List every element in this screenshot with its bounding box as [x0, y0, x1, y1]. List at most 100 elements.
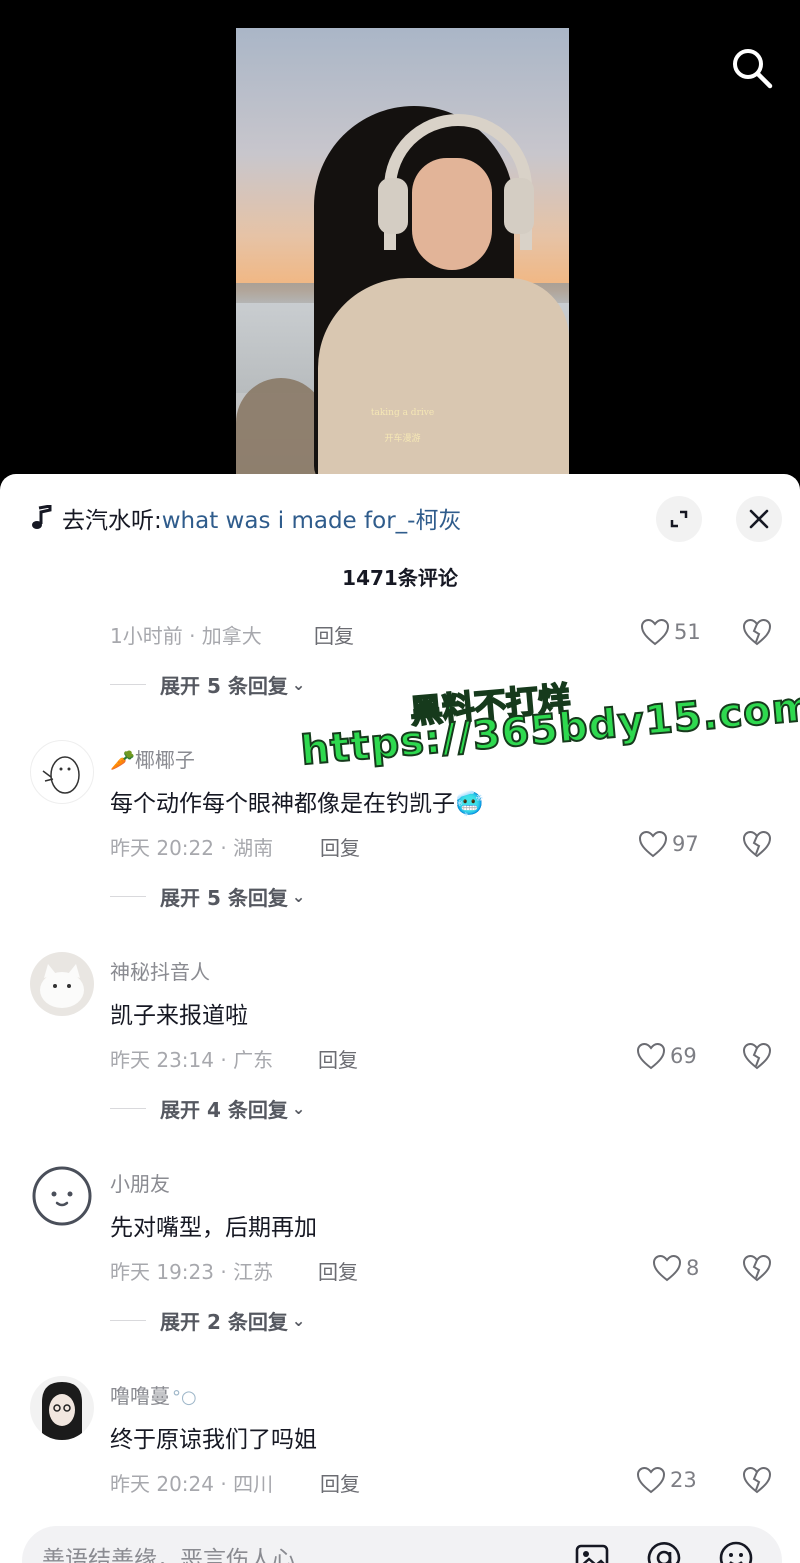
comment-username[interactable]: 🥕椰椰子 — [110, 744, 195, 773]
like-button[interactable]: 8 — [652, 1254, 699, 1282]
chevron-down-icon: ⌄ — [291, 1099, 306, 1118]
music-link[interactable]: 去汽水听: what was i made for_-柯灰 — [30, 502, 461, 534]
comment-username[interactable]: 小朋友 — [110, 1168, 170, 1197]
video-subtitle-english: taking a drive — [370, 408, 435, 418]
video-player[interactable]: taking a drive 开车漫游 — [236, 28, 569, 480]
like-button[interactable]: 69 — [636, 1042, 697, 1070]
cold-face-emoji: 🥶 — [455, 791, 484, 817]
reply-button[interactable]: 回复 — [318, 1044, 358, 1073]
expand-replies-label: 展开 2 条回复 — [160, 1310, 288, 1334]
broken-heart-icon — [742, 830, 772, 858]
like-count: 8 — [686, 1256, 700, 1280]
search-icon — [733, 49, 773, 89]
video-teddy-bear — [236, 378, 326, 480]
avatar[interactable] — [30, 1164, 94, 1228]
broken-heart-icon — [742, 1254, 772, 1282]
reply-button[interactable]: 回复 — [320, 1468, 360, 1497]
comment-meta: 昨天 19:23 · 江苏 — [110, 1260, 274, 1284]
smiley-avatar-icon — [32, 1166, 92, 1226]
expand-replies-label: 展开 5 条回复 — [160, 886, 288, 910]
divider-line — [110, 1320, 146, 1321]
chevron-down-icon: ⌄ — [291, 1311, 306, 1330]
comment-item: 小朋友 先对嘴型，后期再加 昨天 19:23 · 江苏 回复 8 展开 2 条回… — [0, 1164, 800, 1344]
heart-icon — [652, 1254, 682, 1282]
search-button[interactable] — [728, 44, 776, 92]
comment-item: 1小时前 · 加拿大 回复 51 展开 5 条回复 ⌄ — [0, 614, 800, 704]
music-title[interactable]: what was i made for_-柯灰 — [162, 501, 462, 535]
close-button[interactable] — [736, 496, 782, 542]
reply-button[interactable]: 回复 — [320, 832, 360, 861]
comment-text: 凯子来报道啦 — [110, 1003, 248, 1029]
chevron-down-icon: ⌄ — [291, 887, 306, 906]
comments-sheet: 去汽水听: what was i made for_-柯灰 1471条评论 1小… — [0, 474, 800, 1563]
comment-meta: 昨天 23:14 · 广东 — [110, 1048, 274, 1072]
heart-icon — [638, 830, 668, 858]
divider-line — [110, 684, 146, 685]
expand-replies-button[interactable]: 展开 5 条回复 ⌄ — [110, 670, 305, 699]
like-button[interactable]: 97 — [638, 830, 699, 858]
comment-username[interactable]: 噜噜蔓 °○ — [110, 1380, 197, 1409]
expand-button[interactable] — [656, 496, 702, 542]
dislike-button[interactable] — [742, 1466, 772, 1498]
mention-button[interactable] — [644, 1538, 684, 1563]
comment-text: 终于原谅我们了吗姐 — [110, 1427, 317, 1453]
like-count: 23 — [670, 1468, 697, 1492]
expand-replies-label: 展开 4 条回复 — [160, 1098, 288, 1122]
heart-icon — [636, 1042, 666, 1070]
heart-icon — [636, 1466, 666, 1494]
dislike-button[interactable] — [742, 1254, 772, 1286]
carrot-emoji: 🥕 — [110, 748, 135, 772]
comment-input[interactable] — [42, 1540, 522, 1563]
like-button[interactable]: 51 — [640, 618, 701, 646]
avatar[interactable] — [30, 740, 94, 804]
image-icon — [575, 1544, 609, 1563]
comment-count: 1471条评论 — [342, 566, 458, 590]
cat-avatar-icon — [40, 964, 84, 1008]
comment-text: 每个动作每个眼神都像是在钓凯子🥶 — [110, 791, 484, 817]
broken-heart-icon — [742, 618, 772, 646]
comment-input-bar — [22, 1526, 782, 1563]
music-prefix: 去汽水听: — [62, 508, 162, 534]
dislike-button[interactable] — [742, 618, 772, 650]
dislike-button[interactable] — [742, 830, 772, 862]
like-button[interactable]: 23 — [636, 1466, 697, 1494]
divider-line — [110, 1108, 146, 1109]
comment-item: 🥕椰椰子 每个动作每个眼神都像是在钓凯子🥶 昨天 20:22 · 湖南 回复 9… — [0, 740, 800, 920]
divider-line — [110, 896, 146, 897]
comment-item: 噜噜蔓 °○ 终于原谅我们了吗姐 昨天 20:24 · 四川 回复 23 — [0, 1376, 800, 1506]
like-count: 51 — [674, 620, 701, 644]
comment-meta: 昨天 20:24 · 四川 — [110, 1472, 274, 1496]
broken-heart-icon — [742, 1042, 772, 1070]
expand-replies-button[interactable]: 展开 4 条回复 ⌄ — [110, 1094, 305, 1123]
comment-item: 神秘抖音人 凯子来报道啦 昨天 23:14 · 广东 回复 69 展开 4 条回… — [0, 952, 800, 1132]
video-person-sweater — [318, 278, 569, 480]
avatar[interactable] — [30, 952, 94, 1016]
dislike-button[interactable] — [742, 1042, 772, 1074]
video-subtitle-chinese: 开车漫游 — [384, 434, 421, 444]
comment-meta: 1小时前 · 加拿大 — [110, 624, 262, 648]
avatar-doodle-icon — [42, 756, 80, 794]
image-button[interactable] — [572, 1538, 612, 1563]
expand-replies-button[interactable]: 展开 5 条回复 ⌄ — [110, 882, 305, 911]
video-headphone-cup — [378, 178, 408, 234]
comment-text: 先对嘴型，后期再加 — [110, 1215, 317, 1241]
girl-avatar-icon — [42, 1382, 82, 1440]
avatar[interactable] — [30, 1376, 94, 1440]
chevron-down-icon: ⌄ — [291, 675, 306, 694]
like-count: 69 — [670, 1044, 697, 1068]
heart-icon — [640, 618, 670, 646]
expand-icon — [670, 510, 688, 528]
like-count: 97 — [672, 832, 699, 856]
broken-heart-icon — [742, 1466, 772, 1494]
expand-replies-label: 展开 5 条回复 — [160, 674, 288, 698]
expand-replies-button[interactable]: 展开 2 条回复 ⌄ — [110, 1306, 305, 1335]
emoji-button[interactable] — [716, 1538, 756, 1563]
comment-meta: 昨天 20:22 · 湖南 — [110, 836, 274, 860]
at-icon — [647, 1542, 681, 1563]
close-icon — [749, 509, 769, 529]
bubbles-icon: °○ — [172, 1387, 197, 1408]
reply-button[interactable]: 回复 — [314, 620, 354, 649]
comment-username[interactable]: 神秘抖音人 — [110, 956, 210, 985]
reply-button[interactable]: 回复 — [318, 1256, 358, 1285]
music-note-icon — [32, 505, 52, 529]
